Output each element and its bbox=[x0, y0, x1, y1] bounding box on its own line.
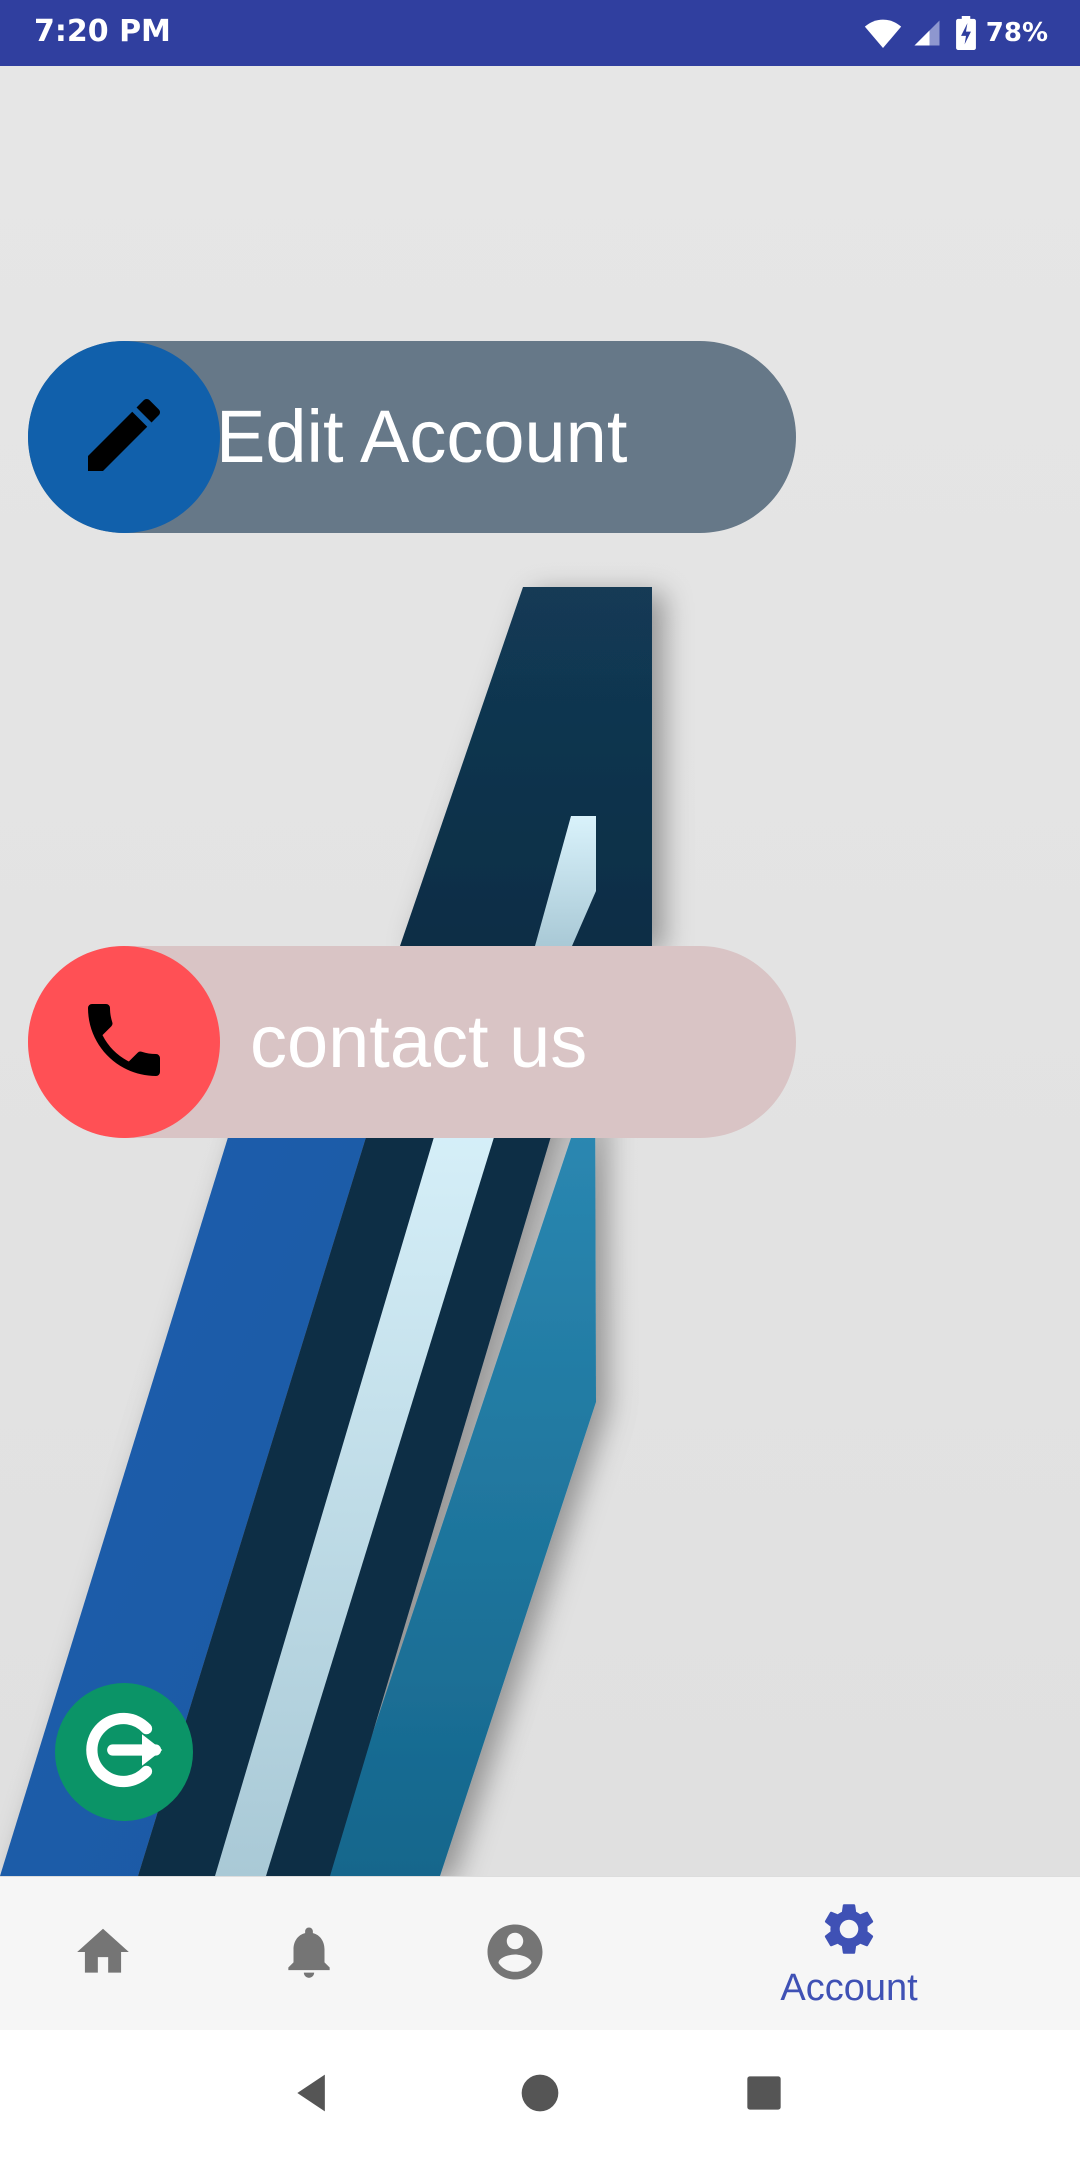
pencil-icon bbox=[76, 387, 172, 488]
home-icon bbox=[72, 1921, 134, 1988]
nav-home[interactable] bbox=[40, 1877, 166, 2031]
battery-percentage: 78% bbox=[985, 18, 1048, 48]
contact-us-button[interactable]: contact us bbox=[28, 946, 796, 1138]
recents-icon bbox=[744, 2073, 784, 2118]
logout-button[interactable] bbox=[55, 1683, 193, 1821]
system-home-button[interactable] bbox=[510, 2065, 570, 2125]
status-bar: 7:20 PM 78% bbox=[0, 0, 1080, 66]
system-back-button[interactable] bbox=[282, 2065, 342, 2125]
cellular-signal-icon bbox=[912, 18, 942, 48]
nav-notifications[interactable] bbox=[246, 1877, 372, 2031]
battery-charging-icon bbox=[955, 16, 976, 50]
bell-icon bbox=[278, 1921, 340, 1988]
edit-account-icon-circle bbox=[28, 341, 220, 533]
contact-us-icon-circle bbox=[28, 946, 220, 1138]
status-time: 7:20 PM bbox=[34, 14, 171, 49]
nav-profile[interactable] bbox=[452, 1877, 578, 2031]
system-recents-button[interactable] bbox=[734, 2065, 794, 2125]
status-icons: 78% bbox=[864, 12, 1048, 54]
home-circle-icon bbox=[518, 2071, 562, 2120]
edit-account-button[interactable]: Edit Account bbox=[28, 341, 796, 533]
contact-us-label: contact us bbox=[250, 1000, 588, 1083]
bottom-navigation: Account bbox=[0, 1876, 1080, 2030]
phone-icon bbox=[76, 992, 172, 1093]
account-screen: Edit Account contact us bbox=[0, 66, 1080, 1876]
system-navigation-bar bbox=[0, 2030, 1080, 2160]
nav-account-label: Account bbox=[780, 1967, 918, 2009]
back-icon bbox=[290, 2071, 334, 2120]
account-circle-icon bbox=[482, 1919, 548, 1990]
wifi-icon bbox=[864, 18, 902, 48]
gear-icon bbox=[818, 1898, 880, 1965]
logout-icon bbox=[70, 1696, 178, 1809]
edit-account-label: Edit Account bbox=[216, 395, 628, 478]
nav-account[interactable]: Account bbox=[740, 1877, 958, 2031]
